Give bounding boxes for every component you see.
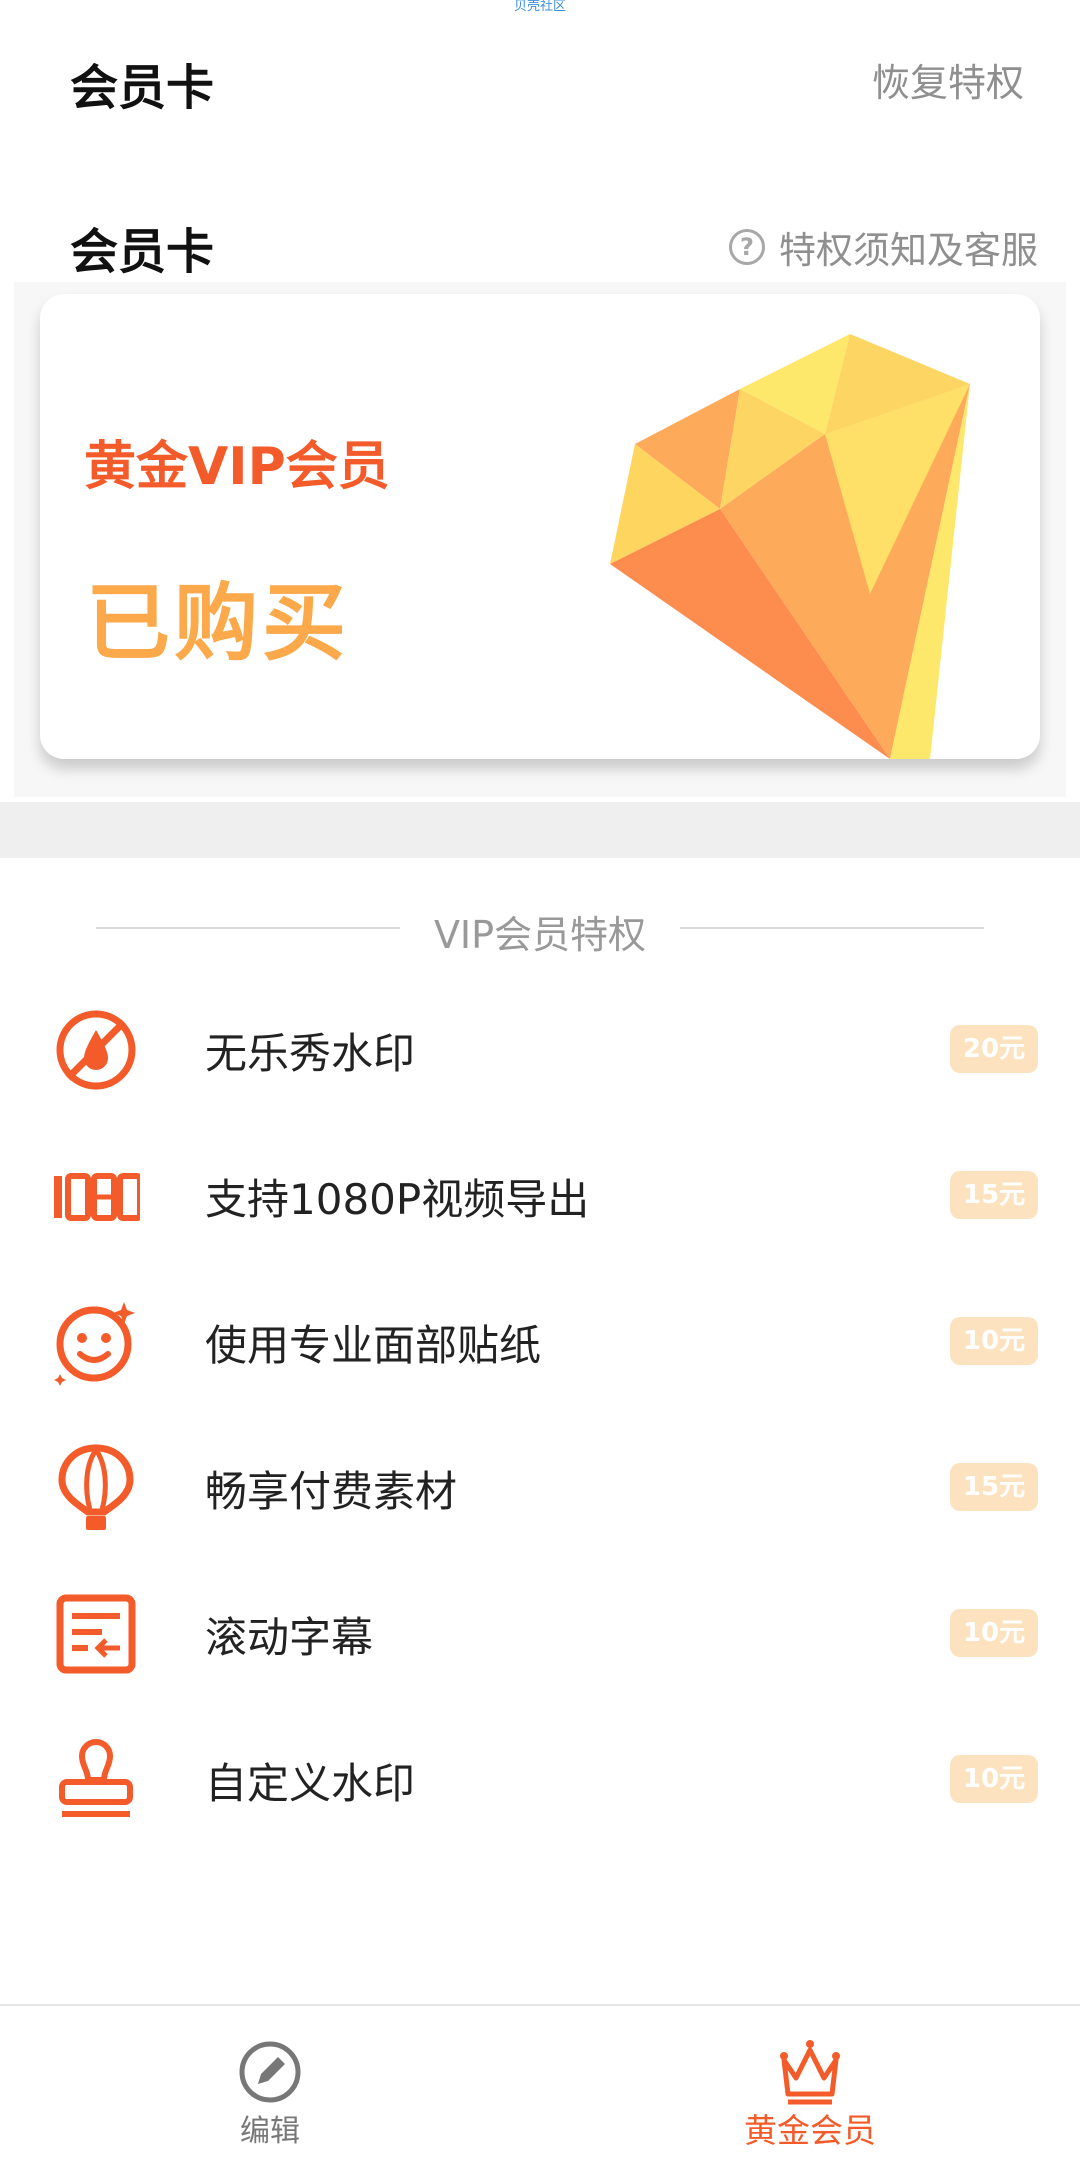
- perk-row-paid-materials[interactable]: 畅享付费素材 15元: [0, 1414, 1080, 1560]
- scrolling-subtitle-icon: [56, 1594, 136, 1674]
- perks-title: VIP会员特权: [433, 913, 647, 957]
- perk-label: 使用专业面部贴纸: [205, 1321, 542, 1370]
- privilege-help-link[interactable]: ? 特权须知及客服: [729, 220, 1038, 274]
- card-area: 黄金VIP会员 已购买: [14, 282, 1066, 797]
- nav-item-edit[interactable]: 编辑: [0, 2006, 540, 2160]
- nav-item-gold-member[interactable]: 黄金会员: [540, 2006, 1080, 2160]
- perk-row-1080p[interactable]: 支持1080P视频导出 15元: [0, 1122, 1080, 1268]
- question-circle-icon: ?: [729, 229, 765, 265]
- perk-row-no-watermark[interactable]: 无乐秀水印 20元: [0, 976, 1080, 1122]
- perk-label: 畅享付费素材: [205, 1467, 458, 1516]
- nav-label: 编辑: [240, 2114, 300, 2149]
- membership-tier: 黄金VIP会员: [84, 437, 390, 497]
- face-sticker-icon: [54, 1302, 135, 1386]
- perk-label: 滚动字幕: [205, 1613, 374, 1662]
- perks-header: VIP会员特权: [0, 902, 1080, 957]
- perk-label: 自定义水印: [205, 1759, 416, 1808]
- watermark-text: 贝壳社区: [513, 0, 566, 14]
- perk-row-face-sticker[interactable]: 使用专业面部贴纸 10元: [0, 1268, 1080, 1414]
- restore-privileges-button[interactable]: 恢复特权: [872, 52, 1024, 107]
- bottom-navigation: 编辑 黄金会员: [0, 2004, 1080, 2160]
- perk-row-scrolling-subtitle[interactable]: 滚动字幕 10元: [0, 1560, 1080, 1706]
- edit-pencil-icon: [239, 2041, 301, 2103]
- price-badge: 10元: [950, 1755, 1038, 1803]
- nav-label: 黄金会员: [744, 2111, 876, 2150]
- crown-icon: [780, 2040, 840, 2105]
- no-watermark-icon: [56, 1010, 136, 1090]
- perk-label: 支持1080P视频导出: [205, 1175, 590, 1224]
- divider-line-right: [680, 927, 984, 929]
- perk-label: 无乐秀水印: [205, 1029, 416, 1078]
- 1080p-icon: [54, 1173, 140, 1221]
- price-badge: 10元: [950, 1609, 1038, 1657]
- section-divider: [0, 802, 1080, 858]
- membership-card[interactable]: 黄金VIP会员 已购买: [40, 294, 1040, 759]
- section-title: 会员卡: [70, 224, 215, 280]
- top-bar: 会员卡 恢复特权: [0, 40, 1080, 116]
- price-badge: 10元: [950, 1317, 1038, 1365]
- membership-section-header: 会员卡 ? 特权须知及客服: [0, 206, 1080, 280]
- price-badge: 15元: [950, 1171, 1038, 1219]
- page-title: 会员卡: [70, 60, 215, 116]
- balloon-icon: [58, 1444, 134, 1530]
- purchase-status: 已购买: [86, 574, 351, 672]
- price-badge: 20元: [950, 1025, 1038, 1073]
- price-badge: 15元: [950, 1463, 1038, 1511]
- stamp-icon: [59, 1738, 133, 1817]
- privilege-help-label: 特权须知及客服: [779, 229, 1038, 272]
- perk-row-custom-watermark[interactable]: 自定义水印 10元: [0, 1706, 1080, 1852]
- gold-diamond-icon: [610, 334, 970, 759]
